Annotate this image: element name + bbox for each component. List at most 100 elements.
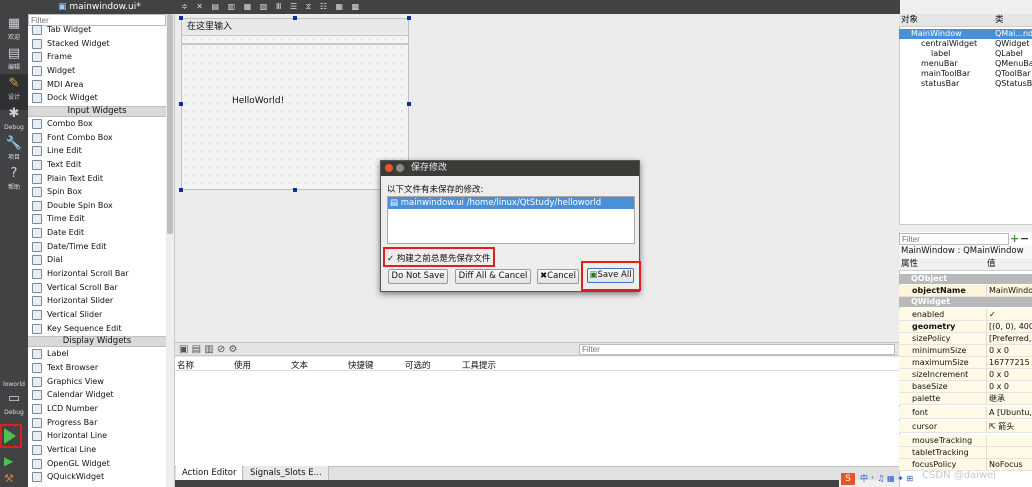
resize-handle[interactable] bbox=[293, 16, 297, 20]
object-tree-row[interactable]: centralWidget QWidget bbox=[899, 39, 1032, 49]
widget-item[interactable]: Horizontal Slider bbox=[28, 294, 166, 308]
widget-item[interactable]: Combo Box bbox=[28, 117, 166, 131]
build-icon[interactable]: ⚒ bbox=[4, 472, 14, 485]
widget-item[interactable]: Line Edit bbox=[28, 144, 166, 158]
layout-tool-icons[interactable]: ≑ ✕ ▤ ▥ ▦ ▧ Ⅲ ☰ ⧖ ☷ ▦ ▩ bbox=[181, 2, 362, 11]
widget-item[interactable]: Vertical Line bbox=[28, 443, 166, 457]
inspector-hscroll[interactable] bbox=[899, 224, 1032, 232]
category-qobject[interactable]: QObject bbox=[899, 274, 1032, 284]
debug-run-icon[interactable]: ▶ bbox=[4, 454, 13, 468]
tab-action-editor[interactable]: Action Editor bbox=[176, 466, 244, 480]
property-row[interactable]: geometry[(0, 0), 400 x bbox=[899, 321, 1032, 333]
widget-item[interactable]: Double Spin Box bbox=[28, 199, 166, 213]
value-column-header[interactable]: 值 bbox=[985, 258, 1032, 271]
property-row[interactable]: tabletTracking bbox=[899, 447, 1032, 459]
widget-item[interactable]: Graphics View bbox=[28, 375, 166, 389]
widget-item[interactable]: Dial bbox=[28, 253, 166, 267]
close-icon[interactable] bbox=[385, 164, 393, 172]
diff-all-cancel-button[interactable]: Diff All & Cancel bbox=[455, 269, 531, 284]
run-icon[interactable] bbox=[4, 428, 16, 444]
widget-item[interactable]: Date/Time Edit bbox=[28, 240, 166, 254]
object-tree-row[interactable]: MainWindowQMai...ndow bbox=[899, 29, 1032, 39]
property-row[interactable]: fontA [Ubuntu, 11] bbox=[899, 407, 1032, 419]
action-tool-icons[interactable]: ▣ ▤ ▥ ⊘ ⚙ bbox=[179, 343, 237, 356]
property-row[interactable]: enabled ✓ bbox=[899, 309, 1032, 321]
action-filter-input[interactable] bbox=[579, 344, 895, 355]
property-row[interactable]: minimumSize 0 x 0 bbox=[899, 345, 1032, 357]
always-save-checkbox[interactable]: ✓ 构建之前总是先保存文件 bbox=[387, 252, 490, 264]
object-tree-row[interactable]: menuBarQMenuBar bbox=[899, 59, 1032, 69]
resize-handle[interactable] bbox=[293, 188, 297, 192]
cancel-button[interactable]: ✖Cancel bbox=[537, 269, 579, 284]
widget-item[interactable]: Stacked Widget bbox=[28, 37, 166, 51]
widget-type-icon bbox=[32, 79, 42, 90]
widget-item[interactable]: MDI Area bbox=[28, 78, 166, 92]
save-all-button[interactable]: ▣Save All bbox=[587, 268, 634, 283]
minimize-icon[interactable] bbox=[396, 164, 404, 172]
tray-icons[interactable]: 中 ⁺ ♫ ▦ ✦ ⊞ bbox=[860, 473, 913, 484]
widget-box: Tab WidgetStacked WidgetFrameWidgetMDI A… bbox=[28, 14, 175, 487]
widget-item[interactable]: Text Edit bbox=[28, 158, 166, 172]
widget-item[interactable]: Vertical Slider bbox=[28, 308, 166, 322]
widget-item[interactable]: Key Sequence Edit bbox=[28, 322, 166, 336]
form-menubar[interactable]: 在这里输入 bbox=[182, 19, 408, 36]
file-tab[interactable]: ▣ mainwindow.ui* bbox=[28, 0, 175, 14]
category-display-widgets[interactable]: Display Widgets bbox=[28, 336, 166, 348]
resize-handle[interactable] bbox=[179, 188, 183, 192]
property-row[interactable]: mouseTracking bbox=[899, 435, 1032, 447]
category-input-widgets[interactable]: Input Widgets bbox=[28, 105, 166, 117]
widget-item[interactable]: Frame bbox=[28, 50, 166, 64]
hello-label[interactable]: HelloWorld! bbox=[232, 96, 284, 106]
resize-handle[interactable] bbox=[179, 102, 183, 106]
widget-item[interactable]: Spin Box bbox=[28, 185, 166, 199]
system-tray: S 中 ⁺ ♫ ▦ ✦ ⊞ CSDN @daiwei bbox=[838, 470, 1032, 487]
widget-item[interactable]: Dock Widget bbox=[28, 91, 166, 105]
widget-item[interactable]: Label bbox=[28, 347, 166, 361]
property-row[interactable]: objectNameMainWindow bbox=[899, 285, 1032, 297]
resize-handle[interactable] bbox=[407, 16, 411, 20]
widget-item[interactable]: Vertical Scroll Bar bbox=[28, 281, 166, 295]
object-tree-row[interactable]: mainToolBar QToolBar bbox=[899, 69, 1032, 79]
widget-item[interactable]: Widget bbox=[28, 64, 166, 78]
widget-item[interactable]: OpenGL Widget bbox=[28, 457, 166, 471]
property-row[interactable]: palette 继承 bbox=[899, 393, 1032, 405]
add-dynamic-property-icon[interactable]: + bbox=[1010, 232, 1019, 245]
widget-item[interactable]: LCD Number bbox=[28, 402, 166, 416]
resize-handle[interactable] bbox=[407, 102, 411, 106]
widget-item[interactable]: Tab Widget bbox=[28, 23, 166, 37]
mode-help[interactable]: ? 帮助 bbox=[0, 164, 28, 200]
kit-selector[interactable]: loworld ▭ Debug bbox=[0, 378, 28, 418]
widget-item[interactable]: Date Edit bbox=[28, 226, 166, 240]
widget-item[interactable]: Horizontal Scroll Bar bbox=[28, 267, 166, 281]
property-filter-input[interactable] bbox=[899, 233, 1009, 245]
mode-bar: ▦ 欢迎 ▤ 编辑 ✎ 设计 ✱ Debug 🔧 项目 ? 帮助 loworld ▭ Debug… bbox=[0, 0, 28, 487]
widget-item[interactable]: Horizontal Line bbox=[28, 429, 166, 443]
property-column-header[interactable]: 属性 bbox=[899, 258, 985, 271]
file-list-item[interactable]: ▤ mainwindow.ui /home/linux/QtStudy/hell… bbox=[388, 197, 634, 209]
class-column-header[interactable]: 类 bbox=[993, 14, 1032, 27]
bug-icon: ✱ bbox=[8, 106, 20, 121]
object-tree-row[interactable]: label QLabel bbox=[899, 49, 1032, 59]
category-qwidget[interactable]: QWidget bbox=[899, 297, 1032, 307]
resize-handle[interactable] bbox=[179, 16, 183, 20]
widget-box-scrollbar[interactable] bbox=[166, 14, 174, 487]
property-row[interactable]: baseSize 0 x 0 bbox=[899, 381, 1032, 393]
widget-item[interactable]: Font Combo Box bbox=[28, 131, 166, 145]
widget-item[interactable]: Plain Text Edit bbox=[28, 172, 166, 186]
widget-item[interactable]: Text Browser bbox=[28, 361, 166, 375]
do-not-save-button[interactable]: Do Not Save bbox=[388, 269, 448, 284]
widget-item[interactable]: Time Edit bbox=[28, 212, 166, 226]
object-column-header[interactable]: 对象 bbox=[899, 14, 993, 27]
property-row[interactable]: sizeIncrement 0 x 0 bbox=[899, 369, 1032, 381]
widget-item[interactable]: Progress Bar bbox=[28, 416, 166, 430]
input-method-icon[interactable]: S bbox=[841, 473, 855, 485]
monitor-icon: ▭ bbox=[7, 391, 21, 406]
property-row[interactable]: sizePolicy[Preferred, Pre bbox=[899, 333, 1032, 345]
widget-item[interactable]: Calendar Widget bbox=[28, 388, 166, 402]
remove-dynamic-property-icon[interactable]: − bbox=[1020, 232, 1029, 245]
tab-signals-slots[interactable]: Signals_Slots E... bbox=[244, 466, 329, 480]
property-row[interactable]: maximumSize16777215 x 1 bbox=[899, 357, 1032, 369]
property-row[interactable]: cursor ⇱ 箭头 bbox=[899, 421, 1032, 433]
object-tree-row[interactable]: statusBarQStatusBar bbox=[899, 79, 1032, 89]
widget-item[interactable]: QQuickWidget bbox=[28, 470, 166, 484]
